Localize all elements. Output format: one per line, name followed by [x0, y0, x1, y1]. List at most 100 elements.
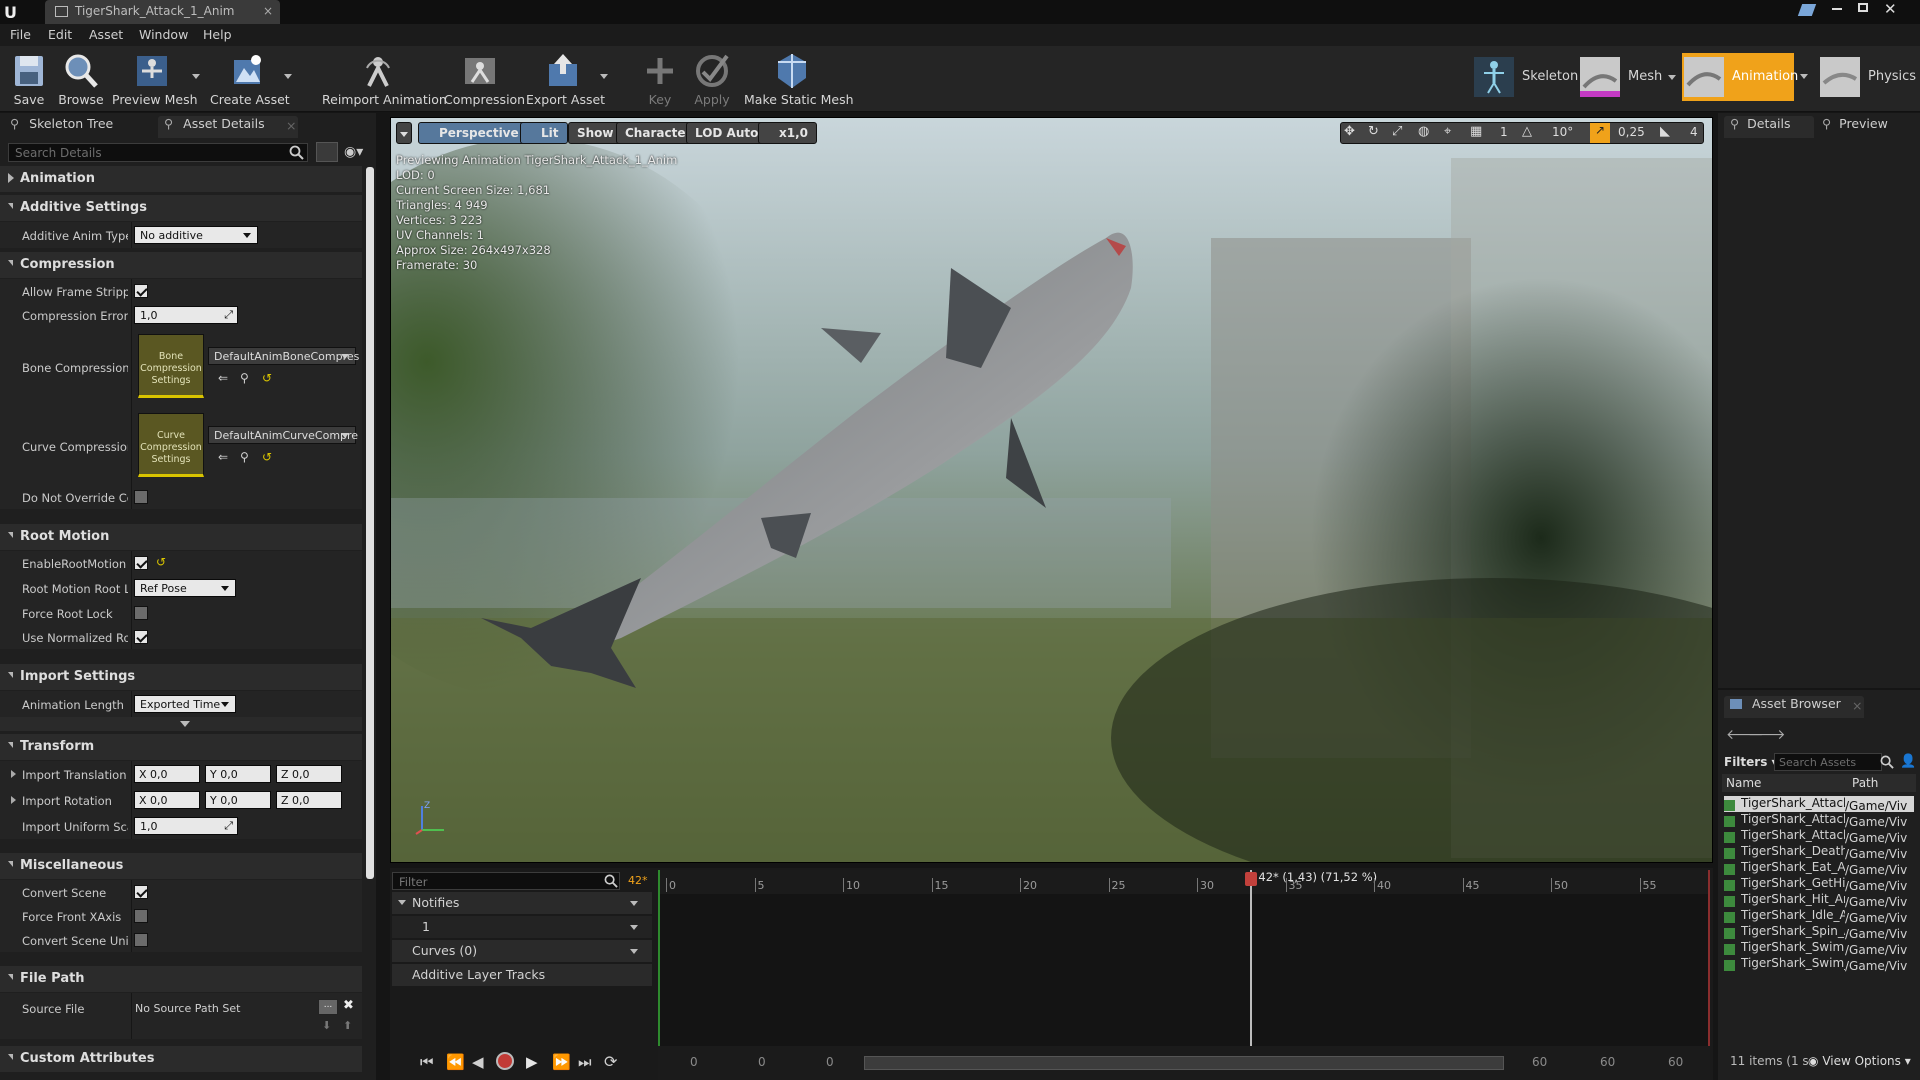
additive-layer-tracks[interactable]: Additive Layer Tracks — [392, 964, 652, 986]
menu-help[interactable]: Help — [203, 27, 232, 42]
asset-list-item[interactable]: TigerShark_Attack_/Game/Viv — [1724, 828, 1914, 844]
expand-arrow-icon[interactable] — [11, 796, 16, 804]
perspective-button[interactable]: Perspective — [418, 122, 528, 144]
track-dropdown-icon[interactable] — [630, 901, 638, 906]
mode-physics[interactable]: Physics — [1818, 53, 1918, 101]
asset-list-item[interactable]: TigerShark_Idle_Ar/Game/Viv — [1724, 908, 1914, 924]
mesh-dropdown-icon[interactable] — [1668, 75, 1676, 80]
viewport[interactable] — [390, 117, 1713, 863]
reimport-animation-button[interactable]: Reimport Animation — [322, 50, 447, 108]
browse-file-icon[interactable]: ... — [318, 999, 338, 1015]
tab-asset-details[interactable]: ⚲ Asset Details × — [158, 116, 298, 138]
lit-button[interactable]: Lit — [520, 122, 568, 144]
bone-compression-thumbnail[interactable]: Bone Compression Settings — [138, 334, 204, 398]
view-options-button[interactable]: ◉ View Options ▾ — [1808, 1054, 1911, 1068]
animation-length-combo[interactable]: Exported Time — [134, 695, 236, 713]
grid-size-label[interactable]: 1 — [1500, 125, 1508, 139]
range-start-value[interactable]: 0 — [690, 1055, 698, 1069]
loop-icon[interactable]: ⟳ — [604, 1052, 617, 1071]
range-end-value[interactable]: 60 — [1668, 1055, 1683, 1069]
play-icon[interactable]: ▶ — [526, 1053, 538, 1071]
browse-search-icon[interactable]: ⚲ — [240, 371, 249, 385]
translate-icon[interactable]: ✥ — [1344, 124, 1355, 139]
record-icon[interactable] — [496, 1052, 514, 1070]
menu-asset[interactable]: Asset — [89, 27, 123, 42]
convert-scene-unit-checkbox[interactable] — [134, 933, 148, 947]
category-compression[interactable]: Compression — [0, 252, 362, 278]
export-asset-button[interactable]: Export Asset — [526, 50, 605, 108]
tab-asset-browser[interactable]: Asset Browser × — [1724, 696, 1864, 718]
category-animation[interactable]: Animation — [0, 166, 362, 192]
view-end-value[interactable]: 60 — [1600, 1055, 1615, 1069]
create-asset-dropdown-icon[interactable] — [284, 74, 292, 79]
skip-to-end-icon[interactable]: ⏭ — [578, 1053, 592, 1071]
convert-scene-checkbox[interactable] — [134, 885, 148, 899]
minimize-icon[interactable] — [1832, 8, 1842, 10]
scale-icon[interactable]: ⤢ — [1392, 124, 1402, 139]
bone-compression-combo[interactable]: DefaultAnimBoneCompres — [208, 347, 359, 365]
asset-search-input[interactable]: Search Assets — [1774, 753, 1882, 771]
move-down-icon[interactable]: ⬇ — [322, 1019, 331, 1032]
unreal-logo-icon[interactable]: U — [4, 3, 24, 22]
grid-snap-icon[interactable]: ▦ — [1470, 124, 1482, 139]
browse-search-icon[interactable]: ⚲ — [240, 450, 249, 464]
tab-details[interactable]: ⚲ Details — [1724, 116, 1814, 138]
asset-list-item[interactable]: TigerShark_Swim2_/Game/Viv — [1724, 940, 1914, 956]
close-window-icon[interactable]: ✕ — [1884, 0, 1897, 18]
asset-list-item[interactable]: TigerShark_Spin_A/Game/Viv — [1724, 924, 1914, 940]
curve-compression-thumbnail[interactable]: Curve Compression Settings — [138, 413, 204, 477]
close-tab-icon[interactable]: × — [1852, 698, 1862, 713]
view-range-scrollbar[interactable] — [864, 1056, 1504, 1070]
category-file-path[interactable]: File Path — [0, 966, 362, 992]
import-rotation-x[interactable]: X 0,0 — [134, 791, 200, 809]
asset-list-item[interactable]: TigerShark_Swim_A/Game/Viv — [1724, 956, 1914, 972]
expand-arrow-icon[interactable] — [11, 770, 16, 778]
asset-list-item[interactable]: TigerShark_Attack_/Game/Viv — [1724, 812, 1914, 828]
document-tab[interactable]: TigerShark_Attack_1_Anim × — [45, 0, 280, 24]
curves-track[interactable]: Curves (0) — [392, 940, 652, 962]
animation-dropdown-icon[interactable] — [1800, 74, 1808, 79]
maximize-icon[interactable] — [1858, 3, 1868, 12]
import-uniform-scale-input[interactable]: 1,0 ⤢ — [134, 817, 238, 835]
import-translation-y[interactable]: Y 0,0 — [205, 765, 271, 783]
play-reverse-icon[interactable]: ◀ — [472, 1053, 484, 1071]
details-scrollbar[interactable] — [366, 167, 374, 879]
save-button[interactable]: Save — [8, 50, 50, 108]
property-matrix-icon[interactable] — [316, 142, 338, 162]
rotation-snap-value[interactable]: 10° — [1552, 125, 1573, 139]
step-back-icon[interactable]: ⏪ — [446, 1053, 465, 1071]
import-rotation-z[interactable]: Z 0,0 — [276, 791, 342, 809]
surface-snap-icon[interactable]: ⌖ — [1444, 124, 1451, 139]
reset-default-icon[interactable]: ↺ — [156, 555, 166, 569]
range-end-marker[interactable] — [1708, 870, 1710, 1046]
mode-skeleton[interactable]: Skeleton — [1472, 53, 1578, 101]
use-normalized-root-checkbox[interactable] — [134, 630, 148, 644]
asset-list-item[interactable]: TigerShark_Hit_Ani/Game/Viv — [1724, 892, 1914, 908]
browse-button[interactable]: Browse — [58, 50, 104, 108]
mode-mesh[interactable]: Mesh — [1578, 53, 1676, 101]
mode-animation[interactable]: Animation — [1682, 53, 1798, 101]
use-selected-arrow-icon[interactable]: ⇐ — [218, 371, 228, 385]
browse-dropdown-icon[interactable] — [192, 74, 200, 79]
export-dropdown-icon[interactable] — [600, 74, 608, 79]
category-import-settings[interactable]: Import Settings — [0, 664, 362, 690]
advanced-expander[interactable] — [0, 717, 362, 731]
filters-button[interactable]: Filters ▾ — [1724, 755, 1778, 769]
allow-frame-stripping-checkbox[interactable] — [134, 284, 148, 298]
move-up-icon[interactable]: ⬆ — [343, 1019, 352, 1032]
lod-auto-button[interactable]: LOD Auto — [686, 122, 768, 144]
playhead[interactable]: 42* (1,43) (71,52 %) — [1245, 870, 1377, 1046]
tab-skeleton-tree[interactable]: ⚲ Skeleton Tree — [10, 116, 150, 138]
category-custom-attributes[interactable]: Custom Attributes — [0, 1046, 362, 1072]
track-dropdown-icon[interactable] — [630, 949, 638, 954]
user-icon[interactable]: 👤 — [1900, 754, 1916, 769]
enable-root-motion-checkbox[interactable] — [134, 556, 148, 570]
close-tab-icon[interactable]: × — [263, 4, 273, 18]
tab-preview[interactable]: ⚲ Preview — [1822, 116, 1914, 138]
menu-file[interactable]: File — [10, 27, 31, 42]
root-motion-root-lock-combo[interactable]: Ref Pose — [134, 579, 236, 597]
reset-default-icon[interactable]: ↺ — [262, 450, 272, 464]
track-filter-input[interactable]: Filter — [392, 872, 620, 890]
range-start-marker[interactable] — [658, 870, 660, 1046]
category-miscellaneous[interactable]: Miscellaneous — [0, 853, 362, 879]
